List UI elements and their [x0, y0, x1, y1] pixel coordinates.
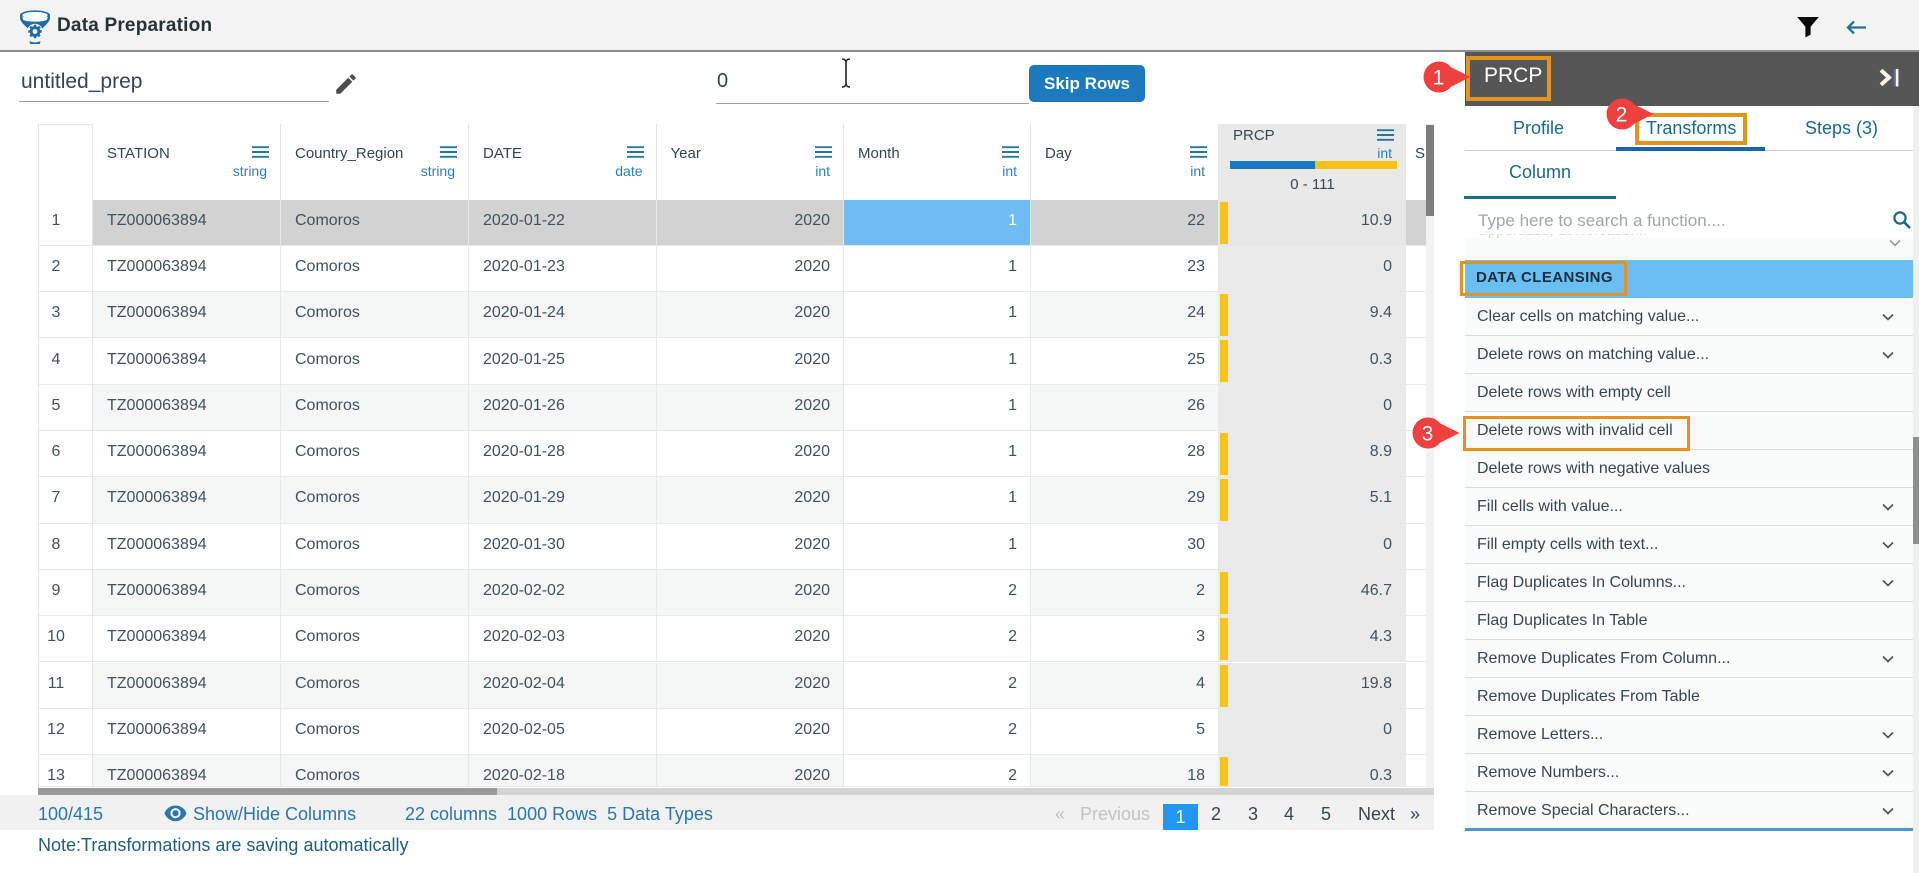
svg-text:3: 3: [1422, 423, 1434, 446]
svg-text:1: 1: [1432, 66, 1444, 89]
svg-text:2: 2: [1616, 104, 1628, 127]
